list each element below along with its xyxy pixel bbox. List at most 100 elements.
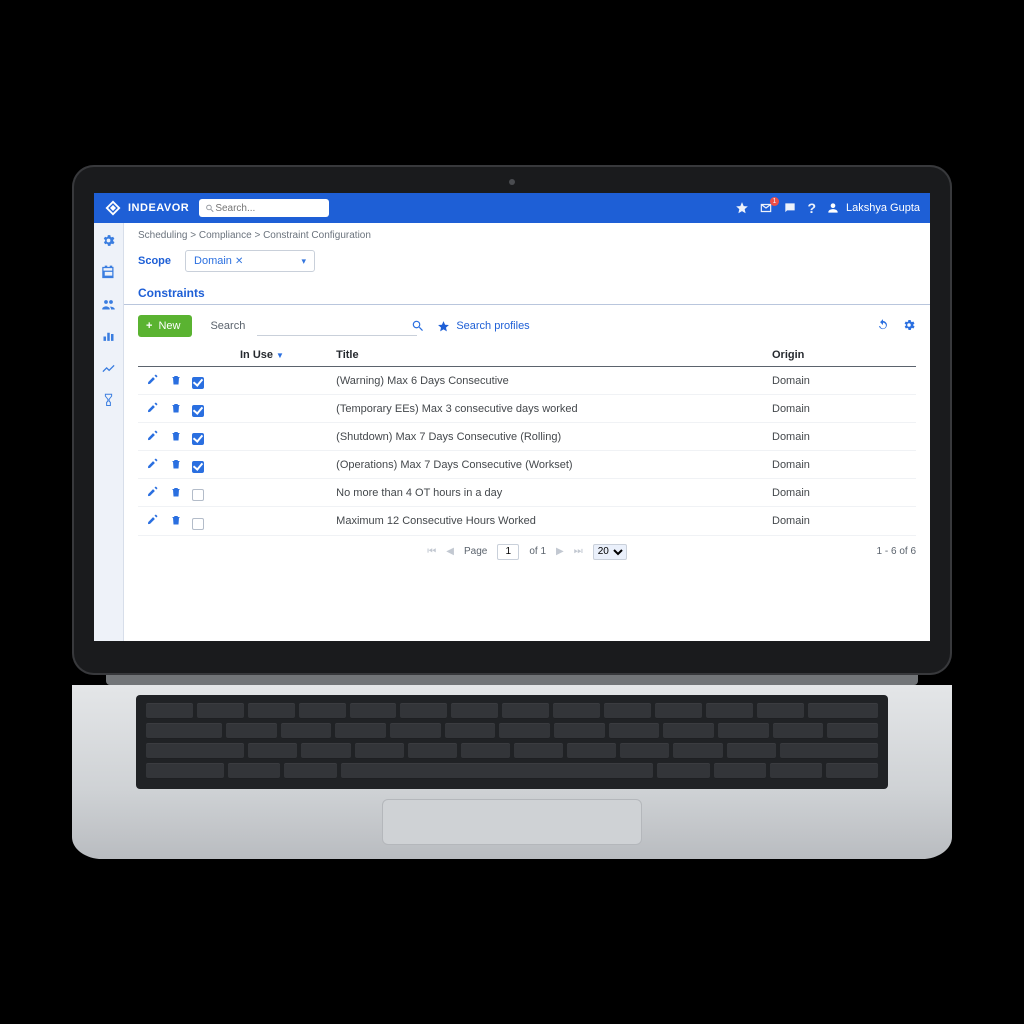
pager-page-input[interactable] xyxy=(497,544,519,560)
cell-origin: Domain xyxy=(766,507,916,535)
breadcrumb[interactable]: Scheduling > Compliance > Constraint Con… xyxy=(124,223,930,246)
rail-timer-icon[interactable] xyxy=(101,393,116,411)
gear-icon[interactable] xyxy=(902,318,916,335)
pager-last[interactable]: ⏭ xyxy=(574,546,583,557)
delete-icon[interactable] xyxy=(168,400,184,416)
chat-icon[interactable] xyxy=(783,201,797,215)
edit-icon[interactable] xyxy=(144,400,160,416)
table-row: (Warning) Max 6 Days ConsecutiveDomain xyxy=(138,367,916,395)
cell-title: No more than 4 OT hours in a day xyxy=(330,479,766,507)
keyboard xyxy=(136,695,888,789)
table-row: (Temporary EEs) Max 3 consecutive days w… xyxy=(138,395,916,423)
mail-badge: 1 xyxy=(770,197,780,206)
delete-icon[interactable] xyxy=(168,428,184,444)
rail-calendar-icon[interactable] xyxy=(101,265,116,283)
cell-title: (Warning) Max 6 Days Consecutive xyxy=(330,367,766,395)
in-use-checkbox[interactable] xyxy=(192,518,204,530)
trackpad xyxy=(382,799,642,845)
main-content: Scheduling > Compliance > Constraint Con… xyxy=(124,223,930,641)
scope-clear-icon[interactable]: ✕ xyxy=(235,256,243,267)
cell-title: (Shutdown) Max 7 Days Consecutive (Rolli… xyxy=(330,423,766,451)
table-header-row: In Use▼ Title Origin xyxy=(138,345,916,367)
delete-icon[interactable] xyxy=(168,512,184,528)
scope-value: Domain xyxy=(194,255,232,267)
constraints-table: In Use▼ Title Origin (Warning) Max 6 Day… xyxy=(138,345,916,536)
edit-icon[interactable] xyxy=(144,456,160,472)
pager-next[interactable]: ▶ xyxy=(556,546,564,557)
edit-icon[interactable] xyxy=(144,428,160,444)
rail-analytics-icon[interactable] xyxy=(101,361,116,379)
in-use-checkbox[interactable] xyxy=(192,405,204,417)
scope-label: Scope xyxy=(138,255,171,267)
search-profiles-label: Search profiles xyxy=(456,320,529,332)
col-in-use[interactable]: In Use▼ xyxy=(234,345,330,367)
pager-size-select[interactable]: 20 xyxy=(593,544,627,560)
cell-origin: Domain xyxy=(766,423,916,451)
delete-icon[interactable] xyxy=(168,372,184,388)
screen-bezel: INDEAVOR 1 ? xyxy=(72,165,952,675)
topbar: INDEAVOR 1 ? xyxy=(94,193,930,223)
mail-icon[interactable]: 1 xyxy=(759,201,773,215)
in-use-checkbox[interactable] xyxy=(192,489,204,501)
pager-prev[interactable]: ◀ xyxy=(446,546,454,557)
cell-origin: Domain xyxy=(766,395,916,423)
rail-chart-icon[interactable] xyxy=(101,329,116,347)
edit-icon[interactable] xyxy=(144,372,160,388)
list-search-input[interactable] xyxy=(257,316,417,336)
brand-name: INDEAVOR xyxy=(128,202,189,214)
cell-title: (Temporary EEs) Max 3 consecutive days w… xyxy=(330,395,766,423)
user-menu[interactable]: Lakshya Gupta xyxy=(826,201,920,215)
refresh-icon[interactable] xyxy=(876,318,890,335)
search-icon xyxy=(205,203,215,214)
pager-first[interactable]: ⏮ xyxy=(427,546,436,557)
global-search-input[interactable] xyxy=(215,203,323,214)
left-rail xyxy=(94,223,124,641)
global-search[interactable] xyxy=(199,199,329,217)
search-label: Search xyxy=(210,320,245,332)
table-row: (Operations) Max 7 Days Consecutive (Wor… xyxy=(138,451,916,479)
col-title[interactable]: Title xyxy=(330,345,766,367)
laptop-deck xyxy=(72,685,952,859)
user-name: Lakshya Gupta xyxy=(846,202,920,214)
cell-origin: Domain xyxy=(766,367,916,395)
cell-title: Maximum 12 Consecutive Hours Worked xyxy=(330,507,766,535)
cell-origin: Domain xyxy=(766,451,916,479)
section-title: Constraints xyxy=(124,280,930,305)
pager: ⏮ ◀ Page of 1 ▶ ⏭ 20 1 - 6 of 6 xyxy=(124,536,930,568)
camera-dot xyxy=(509,179,515,185)
new-button-label: New xyxy=(158,320,180,332)
chevron-down-icon: ▾ xyxy=(301,256,306,267)
scope-select[interactable]: Domain ✕ ▾ xyxy=(185,250,315,272)
plus-icon: + xyxy=(146,320,152,332)
pager-page-label: Page xyxy=(464,546,487,557)
brand[interactable]: INDEAVOR xyxy=(104,199,189,217)
cell-origin: Domain xyxy=(766,479,916,507)
sort-desc-icon: ▼ xyxy=(276,351,284,360)
hinge xyxy=(106,675,918,685)
list-toolbar: + New Search Search profiles xyxy=(124,309,930,343)
edit-icon[interactable] xyxy=(144,512,160,528)
star-icon xyxy=(437,320,450,333)
in-use-checkbox[interactable] xyxy=(192,433,204,445)
delete-icon[interactable] xyxy=(168,484,184,500)
app-screen: INDEAVOR 1 ? xyxy=(94,193,930,641)
cell-title: (Operations) Max 7 Days Consecutive (Wor… xyxy=(330,451,766,479)
rail-people-icon[interactable] xyxy=(101,297,116,315)
pager-of-label: of 1 xyxy=(529,546,546,557)
new-button[interactable]: + New xyxy=(138,315,192,337)
edit-icon[interactable] xyxy=(144,484,160,500)
help-icon[interactable]: ? xyxy=(807,200,816,216)
user-icon xyxy=(826,201,840,215)
favorites-icon[interactable] xyxy=(735,201,749,215)
scope-row: Scope Domain ✕ ▾ xyxy=(124,246,930,280)
col-origin[interactable]: Origin xyxy=(766,345,916,367)
brand-logo-icon xyxy=(104,199,122,217)
rail-settings-icon[interactable] xyxy=(101,233,116,251)
in-use-checkbox[interactable] xyxy=(192,377,204,389)
search-profiles-link[interactable]: Search profiles xyxy=(437,320,529,333)
table-row: Maximum 12 Consecutive Hours WorkedDomai… xyxy=(138,507,916,535)
table-row: (Shutdown) Max 7 Days Consecutive (Rolli… xyxy=(138,423,916,451)
in-use-checkbox[interactable] xyxy=(192,461,204,473)
delete-icon[interactable] xyxy=(168,456,184,472)
table-row: No more than 4 OT hours in a dayDomain xyxy=(138,479,916,507)
